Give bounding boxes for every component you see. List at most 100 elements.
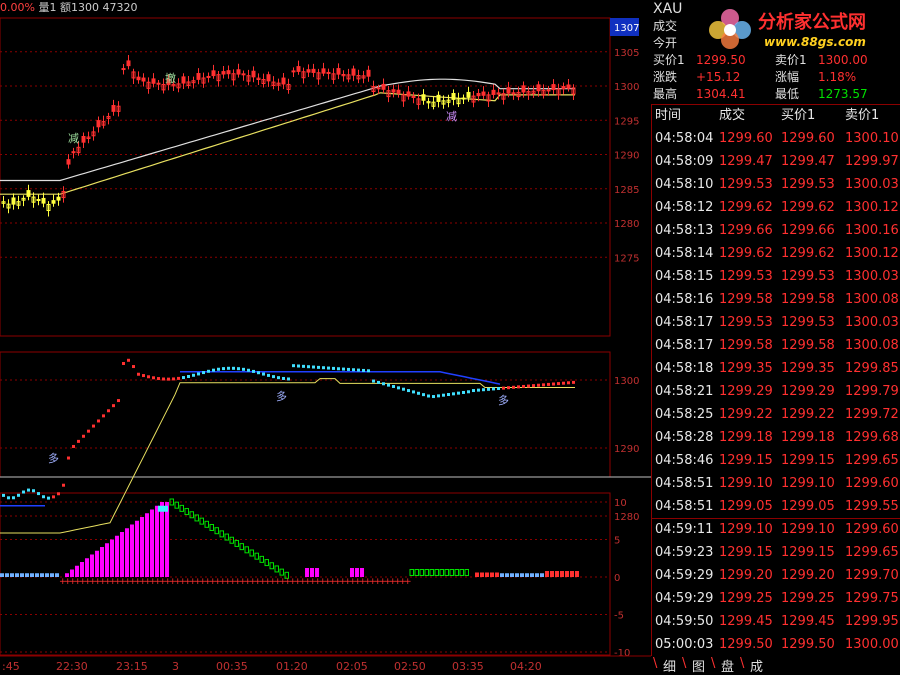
table-row[interactable]: 04:58:17 1299.58 1299.58 1300.08 [652, 334, 900, 357]
mid-dot [217, 367, 220, 371]
table-row[interactable]: 04:58:15 1299.53 1299.53 1300.03 [652, 265, 900, 288]
osc-tick: 0 [614, 573, 620, 584]
mid-dot [12, 496, 15, 500]
quote-label-2: 卖价1 [775, 53, 807, 67]
table-row[interactable]: 04:58:51 1299.05 1299.05 1299.55 [652, 495, 900, 519]
table-row[interactable]: 04:58:12 1299.62 1299.62 1300.12 [652, 196, 900, 219]
tab-trades[interactable]: 成 [750, 656, 763, 675]
cell: 1299.53 [719, 315, 773, 330]
cell: 04:58:14 [655, 246, 714, 261]
osc-bar [475, 572, 479, 577]
table-row[interactable]: 04:59:29 1299.25 1299.25 1299.75 [652, 587, 900, 610]
mid-dot [207, 369, 210, 373]
candle-body [36, 198, 41, 201]
tab-book[interactable]: 盘 [721, 656, 734, 675]
osc-cross: + [404, 577, 412, 587]
cell: 04:58:25 [655, 407, 714, 422]
osc-tick: 10 [614, 498, 627, 509]
quote-label-2: 涨幅 [775, 70, 800, 84]
table-row[interactable]: 04:58:10 1299.53 1299.53 1300.03 [652, 173, 900, 196]
osc-bar [570, 571, 574, 577]
cell: 1299.62 [719, 200, 773, 215]
cell: 1299.66 [719, 223, 773, 238]
cell: 1299.58 [719, 292, 773, 307]
osc-bar [315, 568, 319, 577]
cell: 1299.58 [719, 338, 773, 353]
mid-dot [202, 371, 205, 375]
cell: 04:59:29 [655, 591, 714, 606]
mid-dot [117, 399, 120, 403]
osc-bar [264, 559, 269, 567]
osc-bar [50, 573, 54, 577]
mid-dot [482, 388, 485, 392]
candle-body [66, 159, 71, 165]
mid-dot [522, 384, 525, 388]
mid-dot [177, 376, 180, 380]
table-row[interactable]: 04:58:09 1299.47 1299.47 1299.97 [652, 150, 900, 173]
table-row[interactable]: 04:59:29 1299.20 1299.20 1299.70 [652, 564, 900, 587]
table-row[interactable]: 04:58:25 1299.22 1299.22 1299.72 [652, 403, 900, 426]
table-row[interactable]: 04:58:28 1299.18 1299.18 1299.68 [652, 426, 900, 449]
osc-bar [219, 530, 224, 538]
annotation-duo-2: 多 [276, 389, 287, 403]
table-row[interactable]: 04:59:23 1299.15 1299.15 1299.65 [652, 541, 900, 564]
cell: 1299.10 [719, 476, 773, 491]
annotation-jian-2: 减 [446, 110, 457, 123]
osc-bar [545, 571, 549, 577]
table-row[interactable]: 04:58:13 1299.66 1299.66 1300.16 [652, 219, 900, 242]
mid-dot [332, 366, 335, 370]
candle-body [411, 95, 416, 99]
cell: 1299.55 [845, 499, 899, 514]
mid-dot [92, 424, 95, 428]
mid-dot [22, 490, 25, 494]
osc-bar [259, 555, 264, 563]
table-row[interactable]: 04:58:51 1299.10 1299.10 1299.60 [652, 472, 900, 495]
candle-body [206, 75, 211, 78]
table-row[interactable]: 04:58:18 1299.35 1299.35 1299.85 [652, 357, 900, 380]
mid-dot [362, 368, 365, 372]
candle-body [466, 91, 471, 98]
osc-bar [150, 509, 154, 577]
quote-panel: XAU 成交 今开 买价1 1299.50 卖价1 1300.00 涨跌 +15.12 涨幅 1.… [651, 0, 900, 674]
table-row[interactable]: 04:58:16 1299.58 1299.58 1300.08 [652, 288, 900, 311]
cell: 1300.03 [845, 269, 899, 284]
candle-body [546, 89, 551, 92]
candle-body [461, 97, 466, 100]
tab-divider: \ [711, 656, 716, 671]
tab-detail[interactable]: 细 [663, 656, 676, 675]
mid-dot [352, 368, 355, 372]
price-axis: 1305 1300 1295 1290 1285 1280 1275 [614, 48, 639, 265]
kline-chart[interactable]: 1307 1305 1300 1295 1290 1285 1280 1275 1300 12… [0, 0, 651, 674]
candle-body [56, 196, 61, 201]
osc-bar [45, 573, 49, 577]
time-tick: 03:35 [452, 660, 484, 673]
tab-chart[interactable]: 图 [692, 656, 705, 675]
cell: 1299.62 [781, 246, 835, 261]
table-row[interactable]: 04:58:04 1299.60 1299.60 1300.10 [652, 127, 900, 150]
cell: 1300.03 [845, 315, 899, 330]
osc-bar [140, 517, 144, 577]
tick-table[interactable]: 时间 成交 买价1 卖价1 04:58:04 1299.60 1299.60 1300… [651, 104, 900, 656]
table-row[interactable]: 04:59:11 1299.10 1299.10 1299.60 [652, 518, 900, 541]
cell: 04:58:51 [655, 499, 714, 514]
table-row[interactable]: 04:58:21 1299.29 1299.29 1299.79 [652, 380, 900, 403]
table-row[interactable]: 04:59:50 1299.45 1299.45 1299.95 [652, 610, 900, 633]
mid-tick: 1290 [614, 444, 639, 455]
mid-dot [427, 394, 430, 398]
mid-dot [322, 366, 325, 370]
mid-grid [0, 379, 610, 517]
mid-dot [62, 483, 65, 487]
mid-tick: 1280 [614, 512, 639, 523]
table-row[interactable]: 05:00:03 1299.50 1299.50 1300.00 [652, 633, 900, 656]
oscillator-bars: ++++++++++++++++++++++++++++++++++++++++… [0, 498, 579, 587]
table-row[interactable]: 04:58:14 1299.62 1299.62 1300.12 [652, 242, 900, 265]
table-row[interactable]: 04:58:46 1299.15 1299.15 1299.65 [652, 449, 900, 472]
mid-dot [417, 391, 420, 395]
mid-dot [357, 368, 360, 372]
osc-bar [560, 571, 564, 577]
mid-dot [442, 393, 445, 397]
mid-dot [342, 367, 345, 371]
osc-bar [85, 558, 89, 577]
table-row[interactable]: 04:58:17 1299.53 1299.53 1300.03 [652, 311, 900, 334]
mid-dot [512, 385, 515, 389]
